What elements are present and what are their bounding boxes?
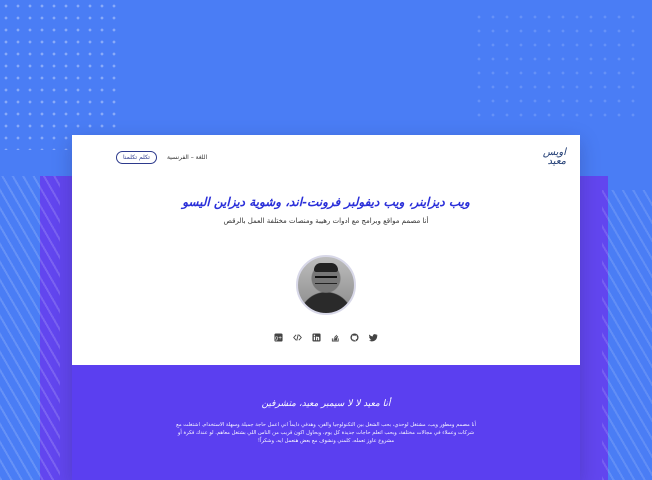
avatar [296, 255, 356, 315]
contact-button[interactable]: تكلم تكلمنا [116, 150, 157, 164]
background-dot-pattern-right [472, 10, 642, 120]
hero-subtitle: أنا مصمم مواقع وبرامج مع ادوات رهيبة ومن… [223, 217, 429, 225]
about-section: أنا معيد لا لا سيمبر معيد، متشرفين أنا م… [72, 365, 580, 480]
avatar-hair [314, 263, 338, 272]
website-preview: تكلم تكلمنا اللغة – الفرنسية اويس معيد و… [72, 135, 580, 480]
background-dash-pattern [0, 176, 60, 480]
twitter-icon[interactable] [369, 333, 378, 342]
github-icon[interactable] [350, 333, 359, 342]
code-icon[interactable] [293, 333, 302, 342]
linkedin-icon[interactable] [312, 333, 321, 342]
hero-section: ويب ديزاينر، ويب ديفولبر فرونت-اند، وشوي… [72, 179, 580, 342]
google-plus-icon[interactable]: g+ [274, 333, 283, 342]
background-dash-pattern-right [602, 190, 652, 480]
site-header: تكلم تكلمنا اللغة – الفرنسية اويس معيد [72, 135, 580, 179]
background-dot-pattern [0, 0, 120, 150]
about-title: أنا معيد لا لا سيمبر معيد، متشرفين [261, 399, 391, 409]
about-text: أنا مصمم ومطور ويب، مشتغل لوحدي، بحب الش… [176, 422, 476, 444]
stackoverflow-icon[interactable] [331, 333, 340, 342]
hero-title: ويب ديزاينر، ويب ديفولبر فرونت-اند، وشوي… [182, 195, 470, 209]
avatar-glasses [315, 276, 337, 284]
header-actions: تكلم تكلمنا اللغة – الفرنسية [116, 150, 207, 164]
logo-line-2: معيد [547, 156, 566, 167]
language-switch[interactable]: اللغة – الفرنسية [167, 154, 207, 161]
svg-text:g+: g+ [275, 336, 282, 342]
social-links: g+ [72, 333, 580, 342]
site-logo[interactable]: اويس معيد [543, 148, 566, 167]
